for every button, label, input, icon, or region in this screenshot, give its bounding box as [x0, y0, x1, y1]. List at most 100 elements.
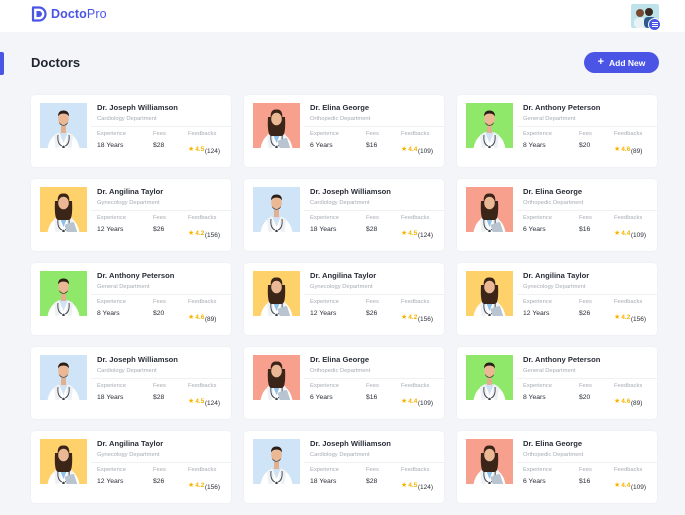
doctor-name[interactable]: Dr. Elina George [523, 187, 582, 196]
review-count: (124) [204, 400, 221, 407]
doctor-name[interactable]: Dr. Angilina Taylor [97, 187, 163, 196]
doctor-name[interactable]: Dr. Elina George [310, 103, 369, 112]
doctor-photo [253, 103, 300, 148]
doctor-department: General Department [523, 368, 576, 374]
doctor-name[interactable]: Dr. Elina George [523, 439, 582, 448]
experience-value: 12 Years [97, 478, 124, 485]
doctor-card[interactable]: Dr. Angilina Taylor Gynecology Department… [244, 263, 444, 335]
review-count: (109) [630, 232, 647, 239]
fees-label: Fees [579, 467, 592, 473]
experience-value: 8 Years [97, 310, 120, 317]
doctor-photo [40, 103, 87, 148]
experience-label: Experience [310, 299, 340, 305]
doctor-photo [253, 439, 300, 484]
doctor-card[interactable]: Dr. Anthony Peterson General Department Ex… [457, 95, 657, 167]
experience-value: 6 Years [310, 142, 333, 149]
experience-value: 12 Years [523, 310, 550, 317]
doctor-photo-icon [40, 355, 87, 400]
fees-value: $28 [153, 142, 165, 149]
doctor-card[interactable]: Dr. Anthony Peterson General Department Ex… [457, 347, 657, 419]
doctor-photo-icon [466, 103, 513, 148]
doctor-card[interactable]: Dr. Elina George Orthopedic Department Exp… [457, 431, 657, 503]
fees-value: $28 [366, 226, 378, 233]
feedbacks-label: Feedbacks [401, 131, 430, 137]
doctor-card[interactable]: Dr. Anthony Peterson General Department Ex… [31, 263, 231, 335]
doctor-name[interactable]: Dr. Joseph Williamson [97, 355, 178, 364]
rating-score: 4.5 [195, 398, 205, 405]
doctor-name[interactable]: Dr. Anthony Peterson [523, 355, 600, 364]
doctor-card[interactable]: Dr. Joseph Williamson Cardiology Departme… [244, 179, 444, 251]
brand-logo[interactable]: DoctoPro [31, 6, 107, 22]
doctor-grid: Dr. Joseph Williamson Cardiology Departme… [31, 95, 657, 503]
fees-value: $16 [579, 478, 591, 485]
fees-value: $16 [579, 226, 591, 233]
rating: ★ 4.5 (124) [188, 397, 221, 407]
feedbacks-label: Feedbacks [614, 467, 643, 473]
doctor-department: Orthopedic Department [523, 452, 584, 458]
review-count: (156) [204, 232, 221, 239]
card-divider [517, 210, 657, 211]
doctor-name[interactable]: Dr. Elina George [310, 355, 369, 364]
rating-score: 4.6 [621, 398, 631, 405]
feedbacks-label: Feedbacks [188, 131, 217, 137]
rating: ★ 4.5 (124) [401, 481, 433, 491]
doctor-card[interactable]: Dr. Joseph Williamson Cardiology Departme… [244, 431, 444, 503]
doctor-name[interactable]: Dr. Joseph Williamson [310, 187, 391, 196]
top-bar: DoctoPro [0, 0, 685, 32]
card-divider [517, 462, 657, 463]
star-icon: ★ [614, 230, 621, 237]
card-divider [517, 126, 657, 127]
plus-icon: + [597, 55, 605, 68]
review-count: (89) [204, 316, 217, 323]
doctor-name[interactable]: Dr. Joseph Williamson [310, 439, 391, 448]
experience-value: 8 Years [523, 142, 546, 149]
doctor-card[interactable]: Dr. Angilina Taylor Gynecology Department… [31, 431, 231, 503]
doctor-card[interactable]: Dr. Joseph Williamson Cardiology Departme… [31, 95, 231, 167]
fees-label: Fees [366, 383, 379, 389]
doctor-name[interactable]: Dr. Angilina Taylor [523, 271, 589, 280]
review-count: (89) [630, 400, 643, 407]
star-icon: ★ [188, 314, 195, 321]
doctor-photo-icon [466, 271, 513, 316]
doctor-name[interactable]: Dr. Angilina Taylor [97, 439, 163, 448]
feedbacks-label: Feedbacks [401, 215, 430, 221]
star-icon: ★ [401, 482, 408, 489]
doctor-name[interactable]: Dr. Anthony Peterson [97, 271, 174, 280]
doctor-card[interactable]: Dr. Angilina Taylor Gynecology Department… [457, 263, 657, 335]
add-new-button[interactable]: + Add New [584, 52, 659, 73]
doctor-photo-icon [466, 439, 513, 484]
review-count: (124) [417, 232, 434, 239]
doctor-photo [466, 439, 513, 484]
feedbacks-label: Feedbacks [401, 467, 430, 473]
doctor-photo [253, 187, 300, 232]
doctor-name[interactable]: Dr. Joseph Williamson [97, 103, 178, 112]
card-divider [91, 126, 231, 127]
star-icon: ★ [401, 398, 408, 405]
star-icon: ★ [614, 146, 621, 153]
doctor-photo-icon [466, 187, 513, 232]
doctor-card[interactable]: Dr. Angilina Taylor Gynecology Department… [31, 179, 231, 251]
doctor-department: Gynecology Department [310, 284, 373, 290]
rating-score: 4.4 [408, 398, 418, 405]
doctor-name[interactable]: Dr. Angilina Taylor [310, 271, 376, 280]
card-divider [91, 294, 231, 295]
rating-score: 4.5 [408, 230, 418, 237]
experience-value: 12 Years [310, 310, 337, 317]
doctor-card[interactable]: Dr. Elina George Orthopedic Department Exp… [457, 179, 657, 251]
doctor-name[interactable]: Dr. Anthony Peterson [523, 103, 600, 112]
doctor-card[interactable]: Dr. Elina George Orthopedic Department Exp… [244, 95, 444, 167]
card-divider [304, 126, 444, 127]
doctor-card[interactable]: Dr. Elina George Orthopedic Department Exp… [244, 347, 444, 419]
fees-value: $26 [579, 310, 591, 317]
doctor-photo-icon [40, 187, 87, 232]
star-icon: ★ [188, 398, 195, 405]
card-divider [517, 294, 657, 295]
fees-value: $28 [153, 394, 165, 401]
hamburger-menu-icon[interactable] [648, 18, 661, 31]
rating: ★ 4.4 (109) [401, 145, 433, 155]
feedbacks-label: Feedbacks [401, 383, 430, 389]
card-divider [91, 462, 231, 463]
doctor-department: Cardiology Department [97, 116, 157, 122]
doctor-photo-icon [253, 271, 300, 316]
doctor-card[interactable]: Dr. Joseph Williamson Cardiology Departme… [31, 347, 231, 419]
